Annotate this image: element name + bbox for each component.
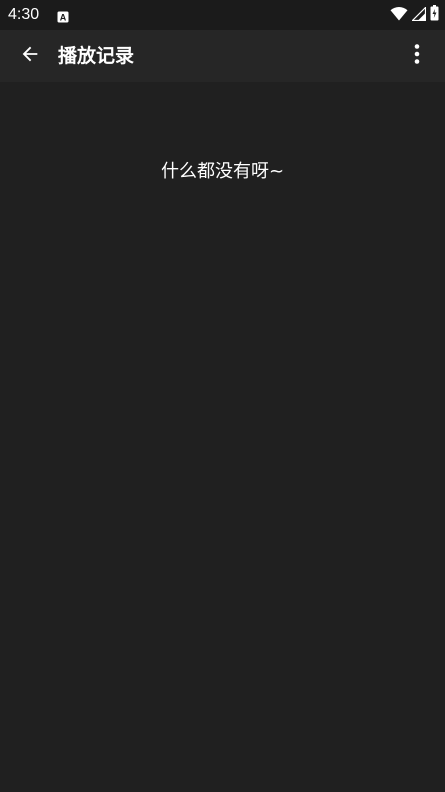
battery-charging-icon bbox=[430, 5, 439, 25]
wifi-icon bbox=[390, 6, 408, 25]
arrow-back-icon bbox=[19, 43, 41, 69]
status-icons bbox=[390, 5, 439, 25]
history-list-area: 什么都没有呀~ bbox=[0, 82, 445, 792]
more-options-button[interactable] bbox=[401, 38, 433, 74]
page-title: 播放记录 bbox=[58, 45, 135, 67]
svg-text:A: A bbox=[60, 13, 67, 23]
signal-icon bbox=[411, 5, 427, 25]
status-bar: 4:30 A bbox=[0, 0, 445, 30]
a-notification-icon: A bbox=[57, 8, 69, 23]
status-time: 4:30 bbox=[8, 6, 40, 23]
app-bar: 播放记录 bbox=[0, 30, 445, 82]
back-button[interactable] bbox=[12, 38, 48, 74]
more-vert-icon bbox=[413, 43, 421, 69]
empty-state-message: 什么都没有呀~ bbox=[160, 161, 285, 182]
